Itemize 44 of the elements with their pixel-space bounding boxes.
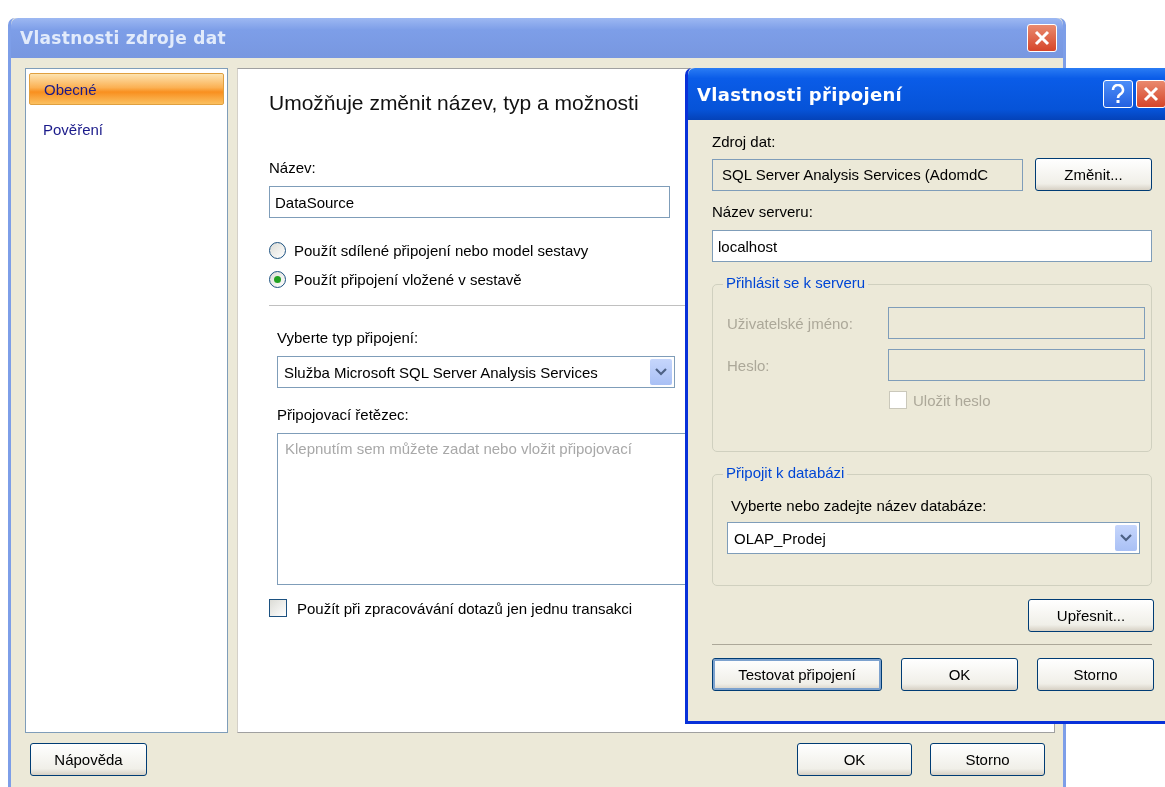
- field-label: Název serveru:: [712, 203, 813, 220]
- cancel-button[interactable]: Storno: [930, 743, 1045, 776]
- database-dropdown[interactable]: OLAP_Prodej: [727, 522, 1140, 554]
- field-label: Vyberte nebo zadejte název databáze:: [731, 497, 987, 514]
- change-button[interactable]: Změnit...: [1035, 158, 1152, 191]
- ok-button[interactable]: OK: [797, 743, 912, 776]
- field-label: Připojovací řetězec:: [277, 406, 409, 423]
- radio-button[interactable]: [269, 271, 286, 288]
- advanced-button[interactable]: Upřesnit...: [1028, 599, 1154, 632]
- connection-type-dropdown[interactable]: Služba Microsoft SQL Server Analysis Services: [277, 356, 675, 388]
- password-field[interactable]: [888, 349, 1145, 381]
- field-label: Zdroj dat:: [712, 133, 776, 150]
- close-button[interactable]: [1027, 24, 1057, 52]
- close-button[interactable]: [1136, 80, 1165, 108]
- checkbox-label: Použít při zpracovávání dotazů jen jednu transakci: [297, 599, 633, 617]
- help-icon: [1111, 84, 1125, 104]
- checkbox-label: Uložit heslo: [913, 391, 991, 409]
- chevron-down-icon: [1120, 534, 1132, 542]
- field-label: Název:: [269, 159, 316, 176]
- field-label: Uživatelské jméno:: [727, 314, 854, 332]
- server-name-field[interactable]: localhost: [712, 230, 1152, 262]
- checkbox[interactable]: [269, 599, 287, 617]
- sidebar-item[interactable]: Pověření: [29, 113, 224, 145]
- chevron-down-icon: [655, 368, 667, 376]
- page-heading: Umožňuje změnit název, typ a možnosti: [269, 91, 639, 115]
- name-field[interactable]: DataSource: [269, 186, 670, 218]
- radio-label: Použít sdílené připojení nebo model sestavy: [294, 242, 589, 259]
- ok-button[interactable]: OK: [901, 658, 1018, 691]
- help-button[interactable]: Nápověda: [30, 743, 147, 776]
- radio-button[interactable]: [269, 242, 286, 259]
- window-title: Vlastnosti zdroje dat: [20, 28, 226, 48]
- cancel-button[interactable]: Storno: [1037, 658, 1154, 691]
- sidebar-item[interactable]: Obecné: [29, 73, 224, 105]
- group-title: Připojit k databázi: [723, 464, 848, 481]
- field-label: Vyberte typ připojení:: [277, 329, 419, 346]
- test-connection-button[interactable]: Testovat připojení: [712, 658, 882, 691]
- help-button[interactable]: [1103, 80, 1133, 108]
- group-title: Přihlásit se k serveru: [723, 274, 869, 291]
- field-label: Heslo:: [727, 356, 771, 374]
- close-icon: [1034, 30, 1050, 46]
- close-icon: [1143, 86, 1159, 102]
- window-title: Vlastnosti připojení: [697, 83, 903, 105]
- data-source-field: SQL Server Analysis Services (AdomdC: [712, 158, 1023, 191]
- radio-label: Použít připojení vložené v sestavě: [294, 271, 522, 288]
